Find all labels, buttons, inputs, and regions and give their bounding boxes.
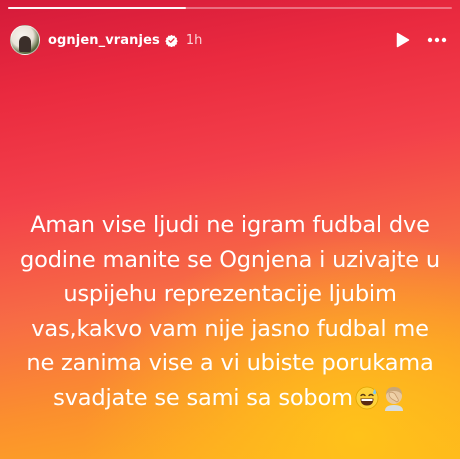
caption-line: godine manite se Ognjena i uzivajte u xyxy=(20,246,440,273)
caption-line: Aman vise ljudi ne igram fudbal dve xyxy=(30,212,430,238)
username[interactable]: ognjen_vranjes xyxy=(48,33,160,48)
post-time: 1h xyxy=(185,32,203,48)
more-icon xyxy=(427,37,447,43)
story-progress-fill xyxy=(8,7,186,9)
story-header: ognjen_vranjes 1h xyxy=(10,24,450,56)
story-caption: Aman vise ljudi ne igram fudbal dve godi… xyxy=(20,208,440,415)
caption-line: vas,kakvo vam nije jasno fudbal me xyxy=(31,315,429,342)
caption-line: ne zanima vise a vi ubiste porukama xyxy=(26,350,434,376)
avatar-figure xyxy=(19,36,31,52)
more-options-button[interactable] xyxy=(424,27,450,53)
caption-line-last: svadjate se sami sa sobom xyxy=(20,381,440,416)
grinning-sweat-emoji xyxy=(355,386,379,410)
facepalm-emoji xyxy=(384,387,403,411)
avatar[interactable] xyxy=(10,25,40,55)
play-icon xyxy=(396,32,410,48)
story-viewer: ognjen_vranjes 1h Aman vise ljudi ne igr… xyxy=(0,0,460,459)
story-progress-track xyxy=(8,7,452,9)
verified-badge-icon xyxy=(165,34,178,47)
caption-line-text: svadjate se sami sa sobom xyxy=(53,384,353,411)
play-button[interactable] xyxy=(390,27,416,53)
caption-line: uspijehu reprezentacije ljubim xyxy=(63,281,397,307)
